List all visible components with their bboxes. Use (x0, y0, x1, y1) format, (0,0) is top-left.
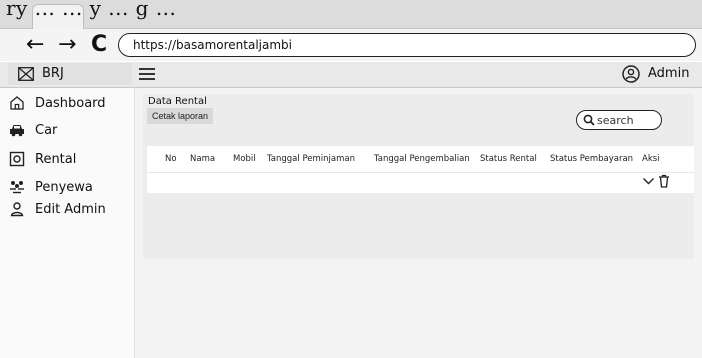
url-bar[interactable]: https://basamorentaljambi (118, 33, 696, 57)
search-box[interactable] (576, 110, 662, 130)
column-header: Status Rental (480, 154, 537, 164)
data-rental-panel: Data Rental Cetak laporan No Nama Mobil … (143, 94, 694, 259)
sidebar-item-car[interactable]: Car (8, 119, 128, 141)
column-header: Aksi (642, 154, 660, 164)
url-text: https://basamorentaljambi (133, 38, 292, 52)
admin-username[interactable]: Admin (648, 66, 689, 81)
sidebar-item-penyewa[interactable]: Penyewa (8, 176, 128, 198)
rental-icon (8, 150, 26, 168)
reload-button[interactable]: C (91, 31, 107, 59)
page-title: Data Rental (148, 96, 207, 107)
image-placeholder-icon (18, 67, 34, 81)
column-header: No (165, 154, 177, 164)
sidebar-item-rental[interactable]: Rental (8, 148, 128, 170)
sidebar-item-label: Dashboard (35, 95, 106, 111)
users-icon (8, 178, 26, 196)
column-header: Tanggal Pengembalian (374, 154, 470, 164)
user-icon (8, 200, 26, 218)
column-header: Status Pembayaran (550, 154, 634, 164)
search-icon (583, 114, 595, 126)
browser-tab-strip: ry ... ... y ... g ... (0, 0, 702, 29)
chevron-down-icon[interactable] (642, 176, 655, 186)
user-avatar-icon[interactable] (622, 65, 640, 83)
hamburger-menu-icon[interactable] (139, 68, 155, 80)
table-header: No Nama Mobil Tanggal Peminjaman Tanggal… (147, 146, 694, 172)
print-report-button[interactable]: Cetak laporan (147, 108, 214, 124)
sidebar-item-label: Edit Admin (35, 201, 106, 217)
column-header: Tanggal Peminjaman (267, 154, 355, 164)
sidebar: Dashboard Car Rental Penyewa Edit Admin (0, 88, 135, 358)
sidebar-item-label: Penyewa (35, 179, 93, 195)
search-input[interactable] (597, 112, 659, 128)
column-header: Nama (190, 154, 216, 164)
trash-icon[interactable] (658, 174, 670, 188)
app-header (0, 62, 702, 88)
main-content: Data Rental Cetak laporan No Nama Mobil … (135, 88, 702, 358)
home-icon (8, 94, 26, 112)
column-header: Mobil (233, 154, 256, 164)
address-row: ← → C https://basamorentaljambi (0, 29, 702, 61)
back-button[interactable]: ← (26, 31, 44, 59)
sidebar-item-edit-admin[interactable]: Edit Admin (8, 198, 128, 220)
car-icon (8, 121, 26, 139)
page-caption: ry ... ... y ... g ... (6, 0, 177, 20)
sidebar-item-dashboard[interactable]: Dashboard (8, 92, 128, 114)
sidebar-item-label: Rental (35, 151, 77, 167)
sidebar-item-label: Car (35, 122, 58, 138)
forward-button[interactable]: → (58, 31, 76, 59)
brand-name: BRJ (42, 66, 64, 81)
table-row (147, 172, 694, 193)
